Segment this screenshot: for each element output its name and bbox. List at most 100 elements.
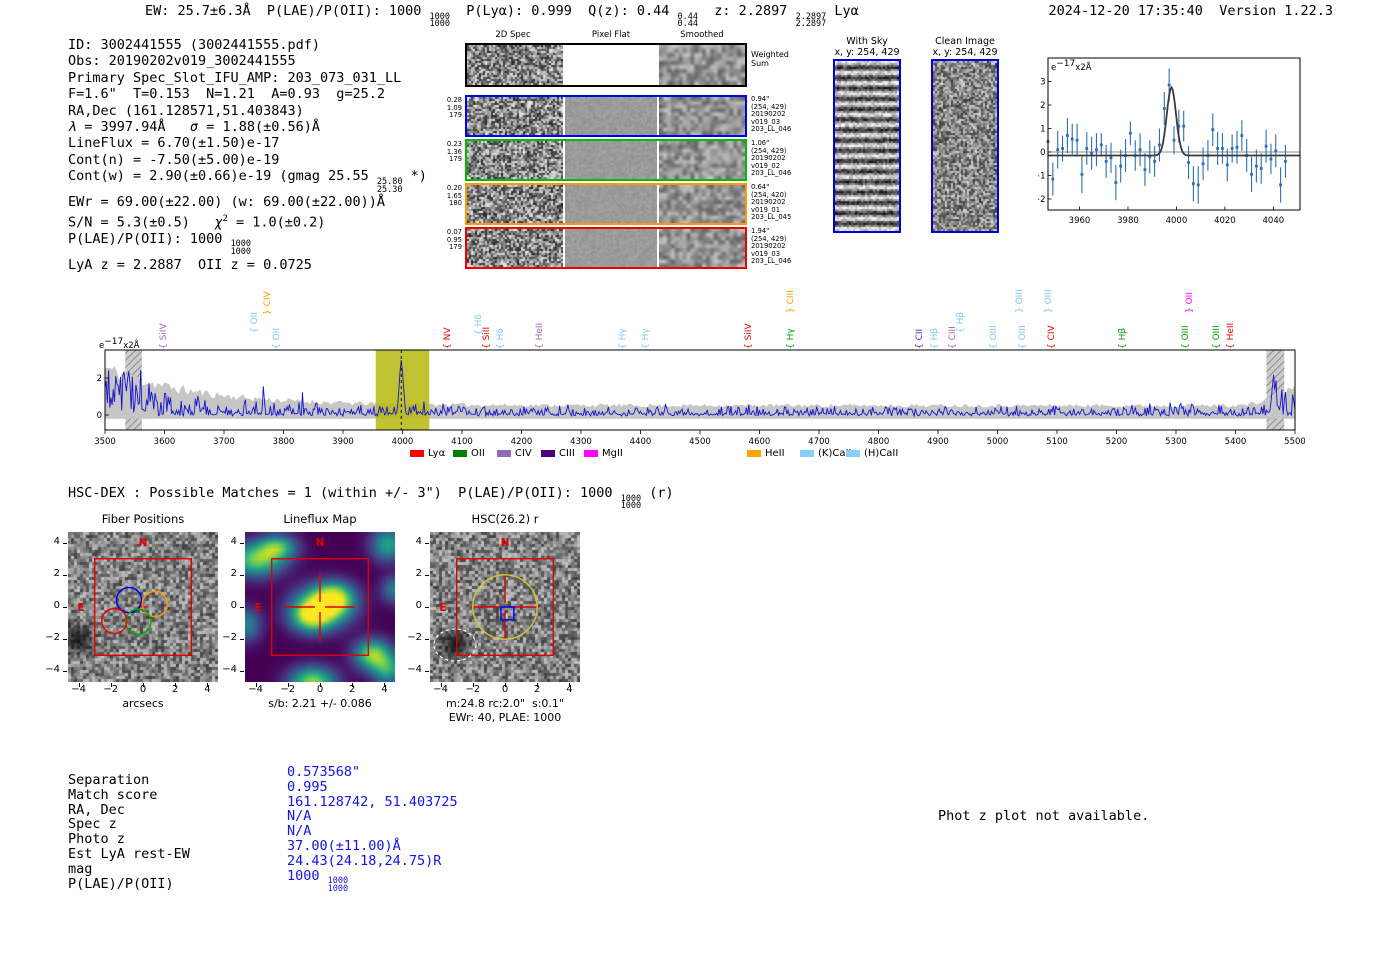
svg-text:E: E [254, 602, 261, 614]
svg-text:E: E [77, 602, 84, 614]
emission-line-label-oiii: } OIII [1044, 289, 1055, 313]
emission-line-label-oii: { OII [250, 312, 261, 333]
y-tick-label: −2 [45, 632, 60, 644]
emission-line-label-civ: } CIV [263, 291, 274, 315]
svg-text:4400: 4400 [630, 437, 652, 447]
y-tick-label: −2 [222, 632, 237, 644]
weight-value: 179 [449, 155, 462, 163]
spec2d-col-header-smoothed: Smoothed [680, 30, 724, 40]
legend-swatch [846, 450, 860, 457]
svg-text:E: E [439, 602, 446, 614]
svg-text:5200: 5200 [1106, 437, 1128, 447]
fiber-row-weights: 0.20 1.65 180 [437, 184, 462, 208]
line-fit-chart: 3960 3980 4000 4020 4040 3 2 1 0 −1 −2 [1038, 57, 1301, 226]
svg-text:3600: 3600 [154, 437, 176, 447]
spec2d-col-header-pixelflat: Pixel Flat [591, 30, 631, 40]
cutout-caption-1: m:24.8 rc:2.0" s:0.1" [446, 697, 564, 710]
hsc-overlay: NE [433, 537, 554, 662]
svg-text:4700: 4700 [808, 437, 830, 447]
match-row-value: 24.43(24.18,24.75)R [287, 852, 442, 869]
full-spectrum-plot: 3500 3600 3700 3800 3900 4000 4100 4200 4300 4400… [94, 349, 1306, 447]
svg-text:−1: −1 [1038, 172, 1046, 182]
fiber-overlay: NE [77, 537, 192, 656]
y-tick-mark [425, 671, 429, 673]
legend-label: CIV [515, 448, 532, 459]
svg-text:5500: 5500 [1284, 437, 1305, 447]
photz-note: Phot z plot not available. [938, 808, 1150, 824]
fiber-row-id: 0.94" (254, 429) 20190202 v019_03 203_LL_046 [751, 95, 797, 134]
2d-spec-image [467, 97, 563, 135]
match-table-values: 0.573568" 0.995 161.128742, 51.403725 N/A N/… [287, 765, 458, 894]
svg-text:4100: 4100 [451, 437, 473, 447]
y-tick-label: 0 [415, 600, 422, 611]
svg-text:0: 0 [97, 411, 102, 421]
y-tick-mark [425, 542, 429, 544]
smoothed-image [659, 45, 745, 85]
info-line: RA,Dec (161.128571,51.403843) [68, 102, 304, 119]
weighted-sum-row [465, 43, 747, 87]
emission-line-label-hγ: { Hγ [641, 328, 652, 349]
svg-text:4800: 4800 [868, 437, 890, 447]
fiber-row-id: 1.94" (254, 429) 20190202 v019_03 203_LL_046 [751, 227, 797, 266]
x-tick-label: 0 [139, 684, 147, 695]
legend-swatch [747, 450, 761, 457]
y-tick-mark [63, 542, 67, 544]
legend-label: OII [471, 448, 485, 459]
y-tick-label: 4 [53, 535, 60, 547]
svg-text:4020: 4020 [1214, 216, 1236, 226]
clean-image [931, 59, 999, 233]
legend-item-heii: HeII [747, 448, 785, 459]
emission-line-label-nv: { NV [442, 327, 453, 349]
svg-text:N: N [316, 537, 325, 549]
info-line: S/N = 5.3(±0.5) χ2 = 1.0(±0.2) [68, 213, 326, 231]
2d-spec-image [467, 141, 563, 179]
pixel-flat-image [565, 45, 657, 85]
svg-text:5100: 5100 [1046, 437, 1068, 447]
fiber-row [465, 139, 747, 181]
emission-line-label-oiii: { OIII [989, 325, 1000, 349]
y-tick-mark [63, 671, 67, 673]
y-tick-mark [425, 607, 429, 608]
x-tick-label: 2 [534, 684, 541, 695]
svg-text:3900: 3900 [332, 437, 354, 447]
emission-line-label-oiii: { OIII [1211, 325, 1222, 349]
y-tick-label: 4 [230, 535, 237, 547]
legend-swatch [410, 450, 424, 457]
svg-text:4600: 4600 [749, 437, 771, 447]
smoothed-image [659, 185, 745, 223]
match-row-label: Separation [68, 772, 150, 788]
emission-line-label-siii: { SiII [482, 326, 493, 349]
emission-line-label-ciii: } CIII [785, 290, 796, 313]
y-tick-mark [240, 542, 244, 544]
match-row-value: 0.573568" [287, 764, 361, 780]
legend-item-oii: OII [453, 448, 485, 459]
fiber-id-line: 203_LL_046 [751, 169, 792, 177]
match-row-value: N/A [287, 808, 312, 825]
y-tick-label: 4 [415, 535, 422, 547]
x-tick-label: −2 [280, 684, 296, 695]
cutout-xlabel: arcsecs [122, 697, 164, 710]
legend-swatch [800, 450, 814, 457]
info-line: λ = 3997.94Å σ = 1.88(±0.56)Å [68, 119, 320, 136]
x-tick-label: 4 [381, 684, 388, 695]
fiber-id-line: 203_LL_046 [751, 125, 792, 133]
emission-line-label-hδ: { Hδ [496, 328, 507, 349]
emission-line-label-heii: { HeII [1225, 322, 1236, 349]
legend-label: MgII [602, 448, 623, 459]
svg-text:0: 0 [1040, 148, 1045, 158]
full-spectrum-flux-units-label: e−17x2Å [99, 337, 140, 351]
match-row-value: 37.00(±11.00)Å [287, 837, 401, 854]
y-tick-label: 0 [230, 600, 237, 611]
legend-label: HeII [765, 448, 785, 459]
2d-spec-image [467, 185, 563, 223]
info-line: P(LAE)/P(OII): 1000 1000 1000 [68, 230, 252, 257]
2d-spec-image [467, 229, 563, 267]
info-line: LineFlux = 6.70(±1.50)e-17 [68, 135, 280, 152]
legend-item-mgii: MgII [584, 448, 623, 459]
pixel-flat-image [565, 141, 657, 179]
smoothed-image [659, 141, 745, 179]
emission-line-label-siiv: { SiIV [743, 323, 754, 349]
x-tick-label: 0 [316, 684, 324, 695]
match-row-label: Match score [68, 786, 158, 803]
info-line: Obs: 20190202v019_3002441555 [68, 53, 296, 70]
